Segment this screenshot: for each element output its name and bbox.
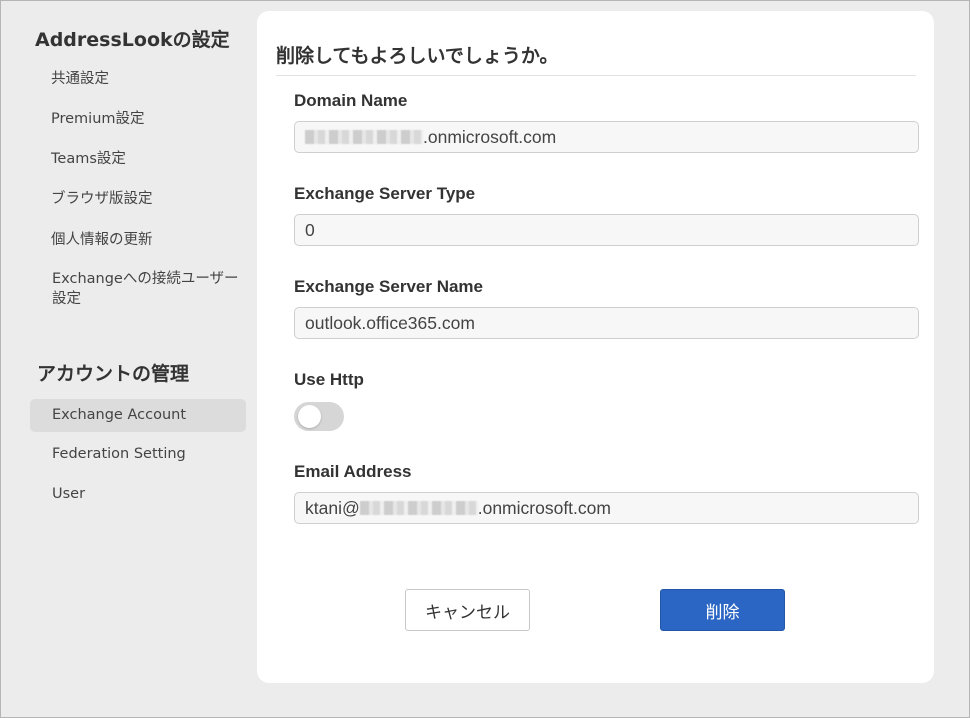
server-name-label: Exchange Server Name <box>294 277 483 296</box>
cancel-button[interactable]: キャンセル <box>405 589 530 631</box>
sidebar-item-user[interactable]: User <box>30 484 246 504</box>
redacted-text <box>305 130 423 144</box>
domain-name-suffix: .onmicrosoft.com <box>423 127 557 147</box>
page-title: 削除してもよろしいでしょうか。 <box>276 45 559 67</box>
sidebar-item-common-settings[interactable]: 共通設定 <box>30 69 246 89</box>
email-suffix: .onmicrosoft.com <box>477 498 611 518</box>
sidebar-item-federation-setting[interactable]: Federation Setting <box>30 444 246 464</box>
email-label: Email Address <box>294 462 412 481</box>
sidebar-item-exchange-account[interactable]: Exchange Account <box>30 399 246 432</box>
sidebar: AddressLookの設定 共通設定 Premium設定 Teams設定 ブラ… <box>1 1 256 717</box>
server-name-field[interactable]: outlook.office365.com <box>294 307 919 339</box>
sidebar-item-browser-settings[interactable]: ブラウザ版設定 <box>30 189 246 209</box>
redacted-text <box>359 501 478 515</box>
account-heading: アカウントの管理 <box>37 363 190 385</box>
use-http-label: Use Http <box>294 370 364 389</box>
sidebar-item-exchange-user-settings[interactable]: Exchangeへの接続ユーザー設定 <box>30 269 250 309</box>
sidebar-item-teams-settings[interactable]: Teams設定 <box>30 149 246 169</box>
toggle-knob <box>298 405 321 428</box>
domain-name-field[interactable]: .onmicrosoft.com <box>294 121 919 153</box>
server-type-field[interactable]: 0 <box>294 214 919 246</box>
delete-confirm-panel: 削除してもよろしいでしょうか。 Domain Name .onmicrosoft… <box>257 11 934 683</box>
email-field[interactable]: ktani@ .onmicrosoft.com <box>294 492 919 524</box>
server-type-label: Exchange Server Type <box>294 184 476 203</box>
domain-name-label: Domain Name <box>294 91 408 110</box>
sidebar-item-premium-settings[interactable]: Premium設定 <box>30 109 246 129</box>
delete-button[interactable]: 削除 <box>660 589 785 631</box>
email-prefix: ktani@ <box>305 498 360 518</box>
use-http-toggle[interactable] <box>294 402 344 431</box>
sidebar-item-profile-update[interactable]: 個人情報の更新 <box>30 230 246 250</box>
title-divider <box>276 75 916 76</box>
settings-heading: AddressLookの設定 <box>35 29 230 51</box>
